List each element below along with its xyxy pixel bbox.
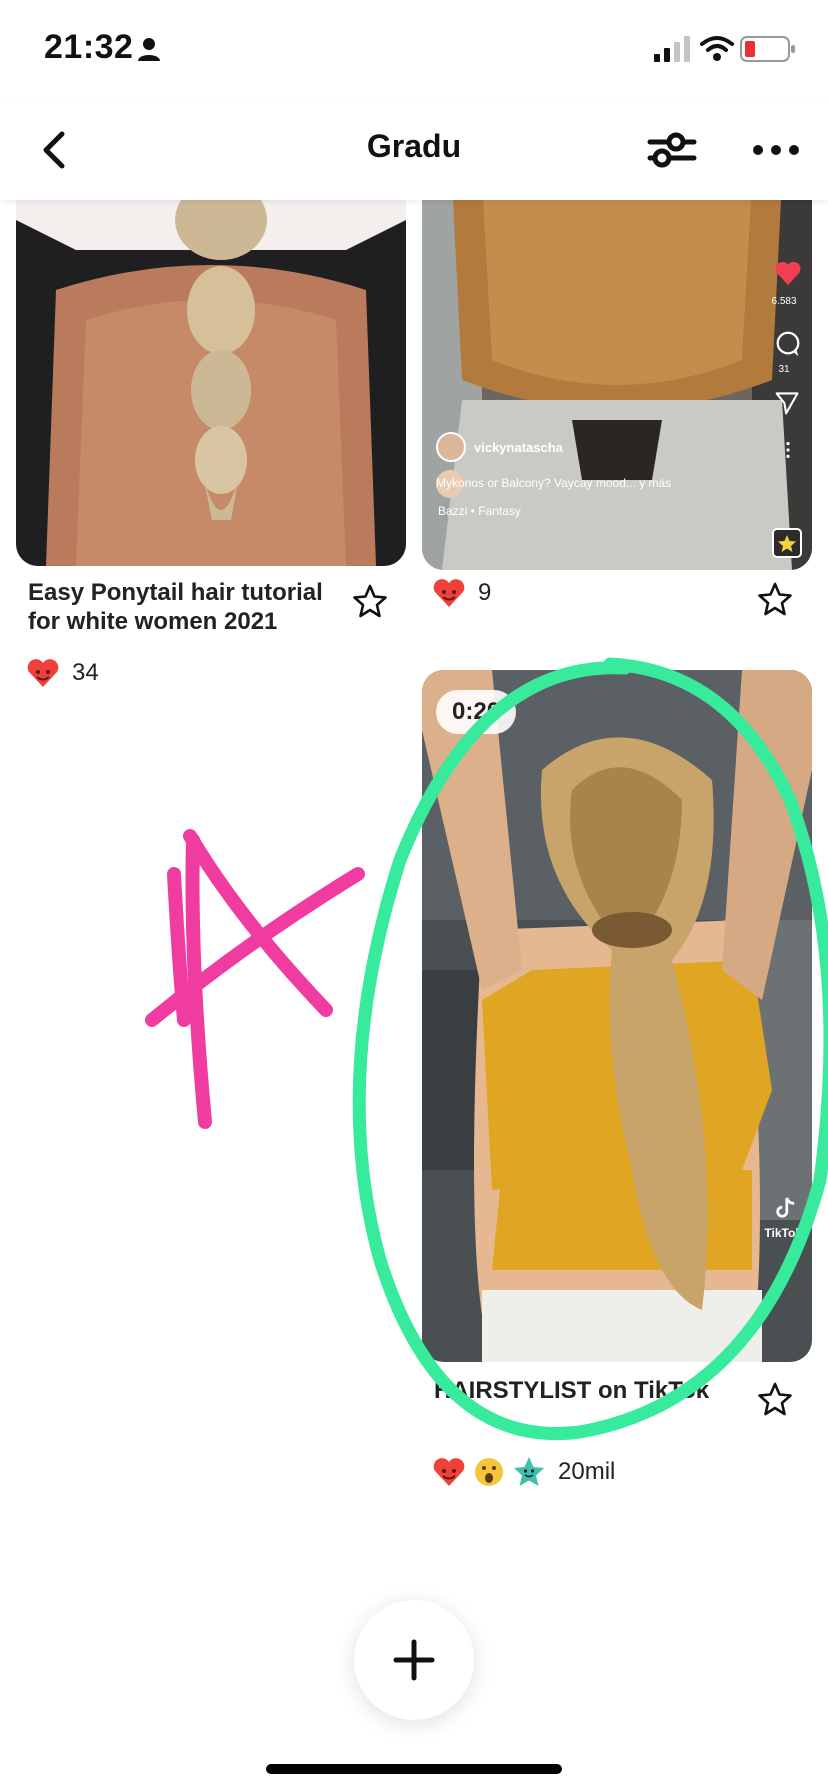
pin-image-hairstylist-video[interactable]: 0:20 TikTok [422, 670, 812, 1362]
like-count: 6.583 [771, 296, 797, 307]
surprised-emoji [475, 1458, 503, 1486]
home-indicator[interactable] [266, 1764, 562, 1774]
pin-image-ponytail[interactable] [16, 180, 406, 566]
nav-bar: Gradu [0, 100, 828, 200]
save-star-icon[interactable] [350, 582, 390, 622]
tiktok-username: vickynatascha [474, 440, 563, 455]
star-face-emoji [514, 1457, 544, 1486]
tiktok-watermark: TikTok [764, 1226, 802, 1240]
add-button[interactable] [354, 1600, 474, 1720]
share-icon [775, 392, 799, 415]
reaction-count: 34 [72, 659, 99, 686]
save-star-icon[interactable] [755, 1380, 795, 1420]
save-star-icon[interactable] [755, 580, 795, 620]
reaction-count: 20mil [558, 1458, 616, 1485]
tiktok-music: Bazzi • Fantasy [438, 504, 521, 518]
reaction-count: 9 [478, 579, 492, 606]
person-icon [138, 38, 160, 61]
more-icon[interactable] [748, 122, 804, 178]
filter-icon[interactable] [646, 122, 698, 178]
more-vertical-icon [786, 442, 790, 458]
pink-letter-a-drawing [145, 829, 365, 1129]
pin-title[interactable]: HAIRSTYLIST on TikTok [434, 1376, 734, 1405]
like-heart-icon [775, 261, 801, 286]
signal-icon [654, 36, 690, 62]
music-disc-icon [772, 528, 802, 558]
avatar [436, 432, 466, 462]
reaction-row[interactable]: 9 [432, 576, 491, 610]
plus-icon [393, 1639, 435, 1681]
pin-photo [422, 670, 812, 1362]
heart-face-emoji [27, 659, 59, 687]
wifi-icon [700, 36, 734, 61]
comment-count: 31 [778, 364, 790, 375]
heart-face-emoji [433, 579, 465, 607]
battery-icon [740, 36, 795, 62]
status-time: 21:32 [44, 28, 134, 66]
comment-icon [776, 331, 800, 357]
reaction-row[interactable]: 20mil [432, 1455, 615, 1489]
pin-image-tiktok-hair[interactable]: 6.583 31 vickynatascha Mykonos or Balcon… [422, 180, 812, 570]
heart-face-emoji [433, 1458, 465, 1486]
video-duration-badge: 0:20 [436, 690, 517, 734]
pin-photo [16, 180, 406, 566]
reaction-row[interactable]: 34 [26, 656, 99, 690]
status-bar: 21:32 [0, 0, 828, 100]
tiktok-caption: Mykonos or Balcony? Vaycay mood... y más [436, 476, 672, 490]
pin-title[interactable]: Easy Ponytail hair tutorial for white wo… [28, 578, 348, 636]
page-title: Gradu [366, 128, 462, 164]
tiktok-logo-icon [776, 1197, 795, 1218]
